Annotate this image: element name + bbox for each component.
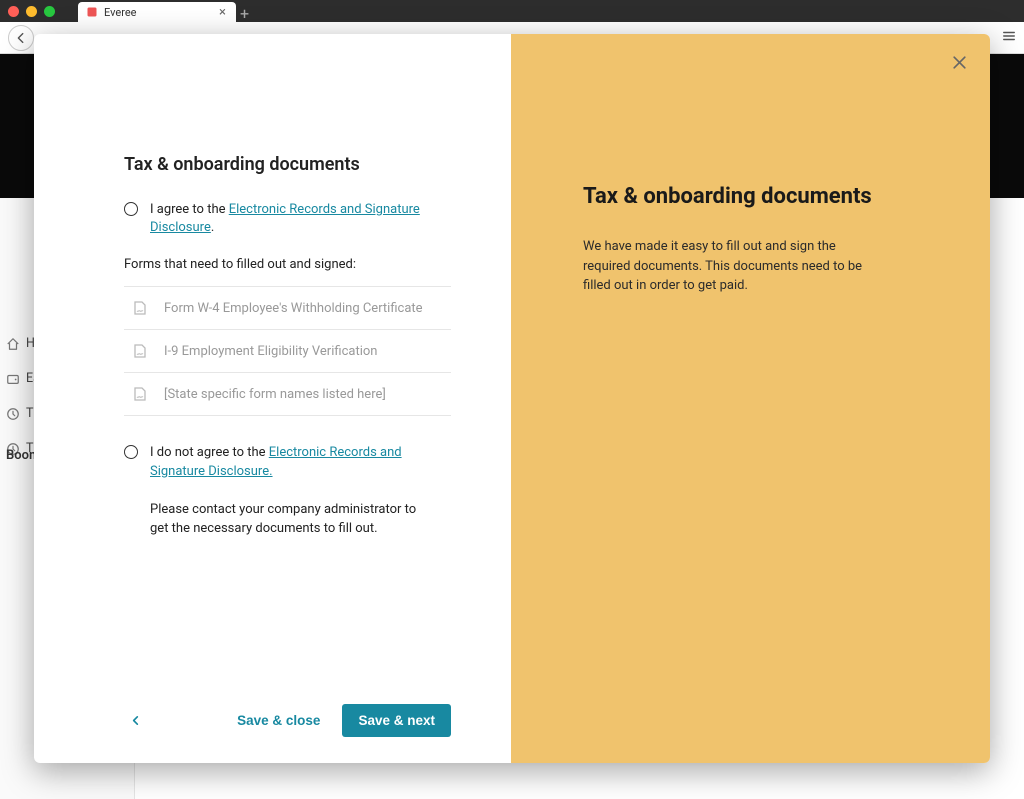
document-sign-icon xyxy=(132,386,148,402)
contact-admin-note: Please contact your company administrato… xyxy=(150,501,420,539)
disagree-prefix: I do not agree to the xyxy=(150,445,269,460)
wallet-icon xyxy=(6,372,20,386)
disagree-option[interactable]: I do not agree to the Electronic Records… xyxy=(124,444,451,480)
agree-prefix: I agree to the xyxy=(150,202,229,217)
form-row: I-9 Employment Eligibility Verification xyxy=(124,330,451,373)
modal-right-title: Tax & onboarding documents xyxy=(583,184,918,209)
agree-option[interactable]: I agree to the Electronic Records and Si… xyxy=(124,201,451,237)
agree-suffix: . xyxy=(211,220,214,235)
tab-title: Everee xyxy=(104,6,217,19)
forms-heading: Forms that need to filled out and signed… xyxy=(124,257,451,272)
onboarding-modal: Tax & onboarding documents I agree to th… xyxy=(34,34,990,763)
favicon-icon xyxy=(86,6,98,18)
modal-close-button[interactable] xyxy=(951,54,968,74)
modal-left-title: Tax & onboarding documents xyxy=(124,154,451,175)
traffic-light-zoom[interactable] xyxy=(44,6,55,17)
browser-back-button[interactable] xyxy=(8,25,34,51)
traffic-light-close[interactable] xyxy=(8,6,19,17)
hamburger-icon xyxy=(1002,29,1016,43)
disagree-text: I do not agree to the Electronic Records… xyxy=(150,444,430,480)
form-row: [State specific form names listed here] xyxy=(124,373,451,416)
agree-text: I agree to the Electronic Records and Si… xyxy=(150,201,451,237)
tab-close-icon[interactable]: × xyxy=(217,5,228,20)
modal-left-panel: Tax & onboarding documents I agree to th… xyxy=(34,34,511,763)
chevron-left-icon xyxy=(130,715,141,726)
save-next-button[interactable]: Save & next xyxy=(342,704,451,737)
home-icon xyxy=(6,337,20,351)
modal-back-button[interactable] xyxy=(124,708,147,734)
close-icon xyxy=(951,54,968,71)
browser-tab[interactable]: Everee × xyxy=(78,2,236,22)
new-tab-button[interactable]: + xyxy=(240,4,249,23)
modal-right-panel: Tax & onboarding documents We have made … xyxy=(511,34,990,763)
form-row: Form W-4 Employee's Withholding Certific… xyxy=(124,286,451,330)
document-sign-icon xyxy=(132,300,148,316)
form-name: I-9 Employment Eligibility Verification xyxy=(164,344,377,359)
form-name: [State specific form names listed here] xyxy=(164,387,386,402)
document-sign-icon xyxy=(132,343,148,359)
modal-footer: Save & close Save & next xyxy=(124,704,451,737)
traffic-light-minimize[interactable] xyxy=(26,6,37,17)
forms-list: Form W-4 Employee's Withholding Certific… xyxy=(124,286,451,416)
form-name: Form W-4 Employee's Withholding Certific… xyxy=(164,301,423,316)
arrow-left-icon xyxy=(14,31,28,45)
clock-icon xyxy=(6,407,20,421)
save-close-button[interactable]: Save & close xyxy=(223,705,334,736)
modal-right-description: We have made it easy to fill out and sig… xyxy=(583,237,883,296)
radio-disagree[interactable] xyxy=(124,445,138,459)
radio-agree[interactable] xyxy=(124,202,138,216)
browser-menu-button[interactable] xyxy=(1002,28,1016,47)
